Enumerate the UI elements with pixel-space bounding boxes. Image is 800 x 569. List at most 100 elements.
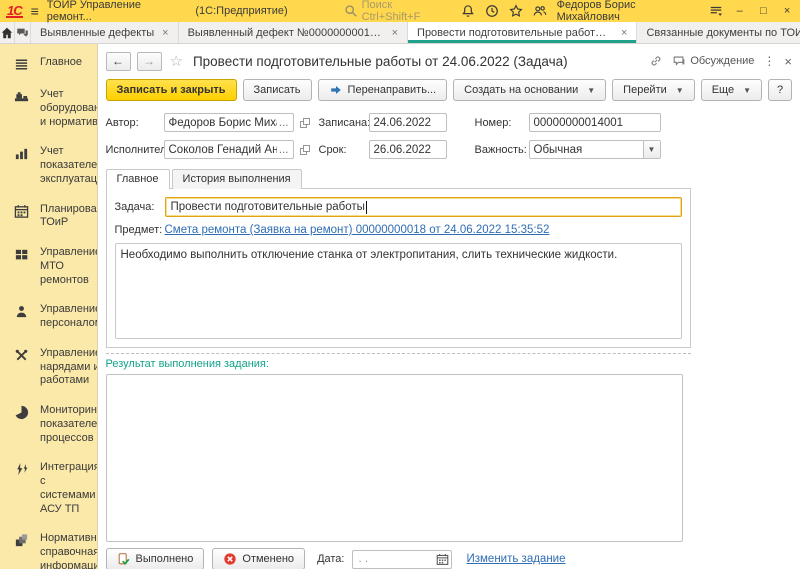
sidebar-item[interactable]: Планирование ТОиР (0, 195, 97, 239)
search-placeholder: Поиск Ctrl+Shift+F (361, 0, 421, 23)
sidebar-item-label: Планирование ТОиР (40, 202, 97, 229)
discussion-bubble-icon (672, 54, 686, 68)
date-placeholder: . . (358, 553, 369, 565)
goto-button[interactable]: Перейти ▼ (612, 79, 695, 101)
favorite-star-icon[interactable]: ☆ (170, 52, 183, 70)
sidebar: Главное Учет оборудования и нормативов Уче… (0, 44, 98, 569)
discussion-button[interactable]: Обсуждение (672, 54, 754, 68)
sidebar-item[interactable]: Учет оборудования и нормативов (0, 80, 97, 137)
number-label: Номер: (474, 116, 512, 129)
cancelled-button[interactable]: Отменено (212, 548, 306, 569)
close-tab-icon[interactable]: × (621, 27, 627, 39)
users-icon[interactable] (533, 4, 547, 18)
sidebar-item-label: Главное (40, 56, 83, 68)
home-icon (1, 27, 13, 38)
redirect-button[interactable]: Перенаправить... (317, 79, 448, 101)
main-menu-icon[interactable]: ≡ (31, 4, 39, 18)
close-tab-icon[interactable]: × (162, 27, 168, 39)
number-field[interactable]: 00000000014001 (528, 113, 661, 132)
sidebar-item[interactable]: Управление МТО ремонтов (0, 238, 97, 295)
close-window-button[interactable]: × (780, 5, 794, 17)
close-tab-icon[interactable]: × (392, 27, 398, 39)
history-clock-icon[interactable] (485, 4, 499, 18)
redirect-label: Перенаправить... (347, 84, 437, 96)
task-description-textarea[interactable]: Необходимо выполнить отключение станка о… (114, 243, 682, 339)
tools-icon (12, 347, 30, 388)
window-tab[interactable]: Провести подготовительные работы от 24.0… (408, 22, 638, 43)
recorded-field[interactable]: 24.06.2022 (368, 113, 447, 132)
edit-task-link[interactable]: Изменить задание (466, 553, 565, 565)
task-input[interactable]: Провести подготовительные работы (164, 197, 682, 217)
window-tab[interactable]: Выявленные дефекты × (31, 22, 179, 43)
executor-open-icon[interactable] (297, 144, 313, 156)
create-based-on-label: Создать на основании (464, 84, 579, 96)
create-based-on-button[interactable]: Создать на основании ▼ (453, 79, 607, 101)
minimize-button[interactable]: – (733, 5, 747, 17)
window-tab-label: Выявленный дефект №00000000013 от 24.0..… (187, 26, 384, 39)
global-search[interactable]: Поиск Ctrl+Shift+F (344, 0, 453, 23)
author-label: Автор: (105, 116, 139, 129)
done-button[interactable]: Выполнено (105, 548, 205, 569)
subject-link[interactable]: Смета ремонта (Заявка на ремонт) 0000000… (165, 224, 550, 236)
sidebar-item[interactable]: Нормативно-справочная информация (0, 524, 97, 569)
importance-select[interactable]: Обычная ▼ (528, 140, 661, 159)
more-menu-icon[interactable]: ⋮ (763, 54, 775, 68)
header-fields: Автор: Федоров Борис Михайл ... Записана… (106, 113, 793, 159)
get-link-icon[interactable] (649, 54, 663, 68)
window-tab-label: Связанные документы по ТОИР (646, 26, 800, 39)
due-field[interactable]: 26.06.2022 (368, 140, 447, 159)
content-tabs: Главное История выполнения (105, 169, 793, 190)
maximize-button[interactable]: □ (757, 5, 771, 17)
window-tab-label: Провести подготовительные работы от 24.0… (417, 26, 613, 39)
author-value: Федоров Борис Михайл (168, 116, 277, 129)
calendar-icon (12, 203, 30, 231)
discussions-button[interactable] (15, 22, 31, 43)
close-document-icon[interactable]: × (784, 54, 792, 69)
tab-history[interactable]: История выполнения (171, 169, 302, 189)
result-label: Результат выполнения задания: (105, 358, 269, 370)
help-button[interactable]: ? (768, 79, 792, 101)
forward-button[interactable]: → (136, 51, 162, 71)
grid-icon (12, 246, 30, 287)
machine-icon (12, 88, 30, 129)
sidebar-item-label: Управление МТО ремонтов (40, 246, 98, 286)
back-button[interactable]: ← (105, 51, 131, 71)
favorites-star-icon[interactable] (508, 4, 523, 18)
sidebar-item[interactable]: Главное (0, 48, 97, 80)
author-choose-button[interactable]: ... (279, 117, 289, 129)
sidebar-item[interactable]: Мониторинг показателей процессов (0, 396, 97, 453)
sidebar-item-label: Управление персоналом (40, 303, 98, 329)
number-value: 00000000014001 (533, 116, 624, 129)
importance-dropdown-icon[interactable]: ▼ (642, 141, 660, 158)
section-separator (105, 353, 691, 354)
task-label: Задача: (114, 201, 155, 213)
author-field[interactable]: Федоров Борис Михайл ... (163, 113, 294, 132)
sidebar-item[interactable]: Управление персоналом (0, 295, 97, 339)
search-icon (344, 4, 358, 18)
result-textarea[interactable] (105, 374, 683, 542)
more-button[interactable]: Еще ▼ (700, 79, 762, 101)
current-user-name[interactable]: Федоров Борис Михайлович (557, 0, 699, 23)
sidebar-item[interactable]: Учет показателей эксплуатации (0, 137, 97, 194)
executor-choose-button[interactable]: ... (279, 144, 289, 156)
sidebar-item[interactable]: Управление нарядами и работами (0, 339, 97, 396)
tab-strip: Выявленные дефекты × Выявленный дефект №00… (31, 22, 800, 43)
sidebar-item-label: Управление нарядами и работами (40, 346, 98, 387)
due-value: 26.06.2022 (373, 143, 432, 156)
notifications-bell-icon[interactable] (461, 4, 475, 18)
window-tab[interactable]: Выявленный дефект №00000000013 от 24.0..… (179, 22, 409, 43)
tab-main[interactable]: Главное (105, 169, 170, 190)
user-menu-icon[interactable] (709, 4, 723, 18)
sidebar-item[interactable]: Интеграция с системами АСУ ТП (0, 453, 97, 524)
executor-field[interactable]: Соколов Генадий Анат ... (163, 140, 294, 159)
home-button[interactable] (0, 22, 15, 43)
save-button[interactable]: Записать (242, 79, 312, 101)
calendar-icon[interactable] (433, 551, 451, 568)
sidebar-item-label: Интеграция с системами АСУ ТП (40, 461, 98, 515)
author-open-icon[interactable] (297, 117, 313, 129)
window-tab[interactable]: Связанные документы по ТОИР× (637, 22, 800, 43)
date-field[interactable]: . . (352, 549, 453, 569)
main-panel: ← → ☆ Провести подготовительные работы о… (98, 44, 800, 569)
pie-chart-icon (12, 404, 30, 445)
save-and-close-button[interactable]: Записать и закрыть (105, 79, 237, 101)
